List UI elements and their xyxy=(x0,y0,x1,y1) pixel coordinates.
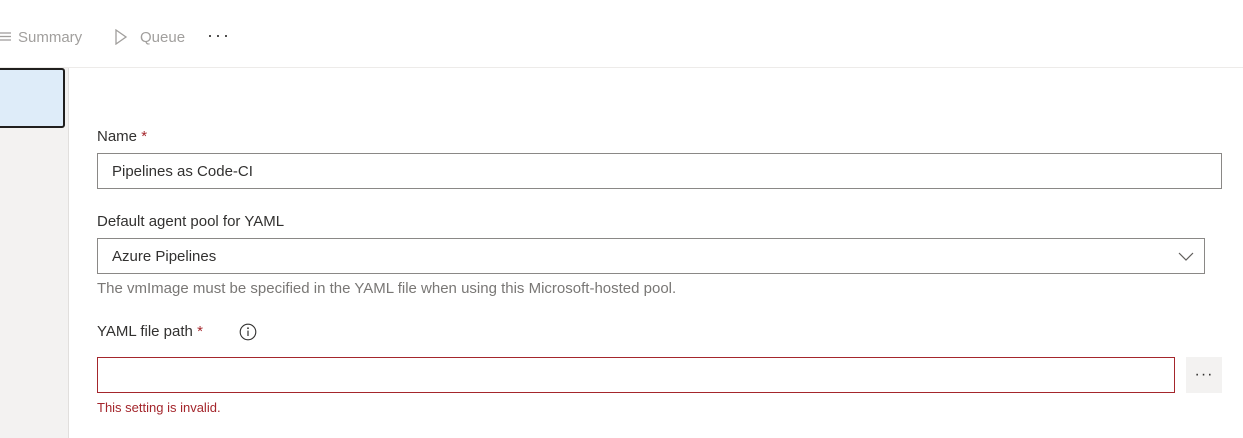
yaml-path-label: YAML file path * xyxy=(97,323,203,340)
queue-button[interactable]: Queue xyxy=(114,26,185,48)
list-icon xyxy=(0,30,12,44)
agent-pool-helper-text: The vmImage must be specified in the YAM… xyxy=(97,280,677,297)
agent-pool-value: Azure Pipelines xyxy=(112,247,217,265)
play-icon xyxy=(114,29,128,45)
browse-yaml-button[interactable]: ··· xyxy=(1186,357,1222,393)
summary-button[interactable]: Summary xyxy=(0,26,82,48)
yaml-path-label-text: YAML file path xyxy=(97,323,193,340)
sidebar xyxy=(0,68,69,438)
sidebar-item-selected[interactable] xyxy=(0,68,65,128)
ellipsis-icon: ··· xyxy=(1194,366,1214,383)
chevron-down-icon xyxy=(1178,249,1194,267)
name-input[interactable]: Pipelines as Code-CI xyxy=(97,153,1222,189)
yaml-path-input[interactable] xyxy=(97,357,1175,393)
queue-label: Queue xyxy=(140,28,186,46)
agent-pool-label: Default agent pool for YAML xyxy=(97,213,285,230)
name-input-value: Pipelines as Code-CI xyxy=(112,162,253,180)
summary-label: Summary xyxy=(18,28,83,46)
yaml-path-error-text: This setting is invalid. xyxy=(97,400,221,415)
yaml-path-required-mark: * xyxy=(197,323,203,340)
agent-pool-select[interactable]: Azure Pipelines xyxy=(97,238,1205,274)
toolbar: Summary Queue ··· xyxy=(0,0,1243,68)
info-icon[interactable] xyxy=(239,323,257,341)
name-label-text: Name xyxy=(97,128,138,145)
name-label: Name * xyxy=(97,128,147,145)
more-actions-button[interactable]: ··· xyxy=(207,24,231,46)
name-required-mark: * xyxy=(141,128,148,145)
more-icon: ··· xyxy=(207,24,231,45)
